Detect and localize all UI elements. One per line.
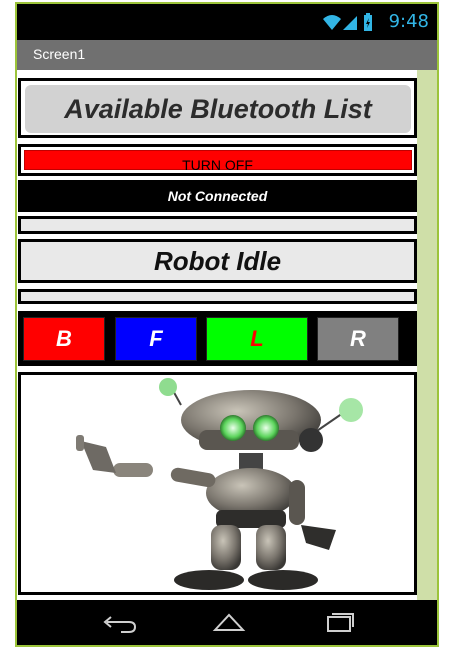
side-strip (417, 70, 437, 600)
divider-bar-top (18, 216, 417, 234)
home-icon[interactable] (209, 611, 249, 635)
navigation-bar (17, 600, 437, 645)
recents-icon[interactable] (320, 611, 360, 635)
robot-image-container (18, 372, 417, 595)
forward-button[interactable]: F (115, 317, 197, 361)
phone-frame: 9:48 Screen1 Available Bluetooth List TU… (15, 2, 439, 647)
control-button-row: B F L R (18, 311, 417, 366)
connection-status: Not Connected (18, 180, 417, 212)
battery-icon (364, 13, 372, 31)
turn-off-container: TURN OFF (18, 144, 417, 176)
screen-title: Screen1 (17, 40, 437, 70)
status-bar: 9:48 (17, 4, 437, 40)
wifi-icon (323, 15, 341, 30)
status-icons (321, 11, 375, 38)
turn-off-label: TURN OFF (182, 157, 253, 173)
robot-status-label: Robot Idle (18, 239, 417, 283)
bluetooth-list-container: Available Bluetooth List (18, 78, 417, 138)
bluetooth-list-button[interactable]: Available Bluetooth List (25, 85, 411, 133)
back-icon[interactable] (99, 612, 139, 634)
back-button[interactable]: B (23, 317, 105, 361)
signal-icon (343, 16, 357, 30)
status-time: 9:48 (388, 11, 429, 32)
left-button[interactable]: L (206, 317, 308, 361)
robot-image (76, 378, 363, 590)
divider-bar-bottom (18, 289, 417, 304)
right-button[interactable]: R (317, 317, 399, 361)
